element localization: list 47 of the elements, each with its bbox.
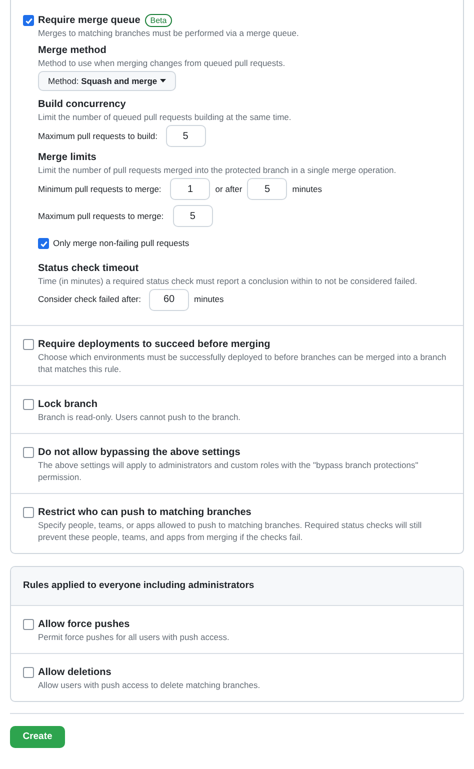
- setting-title: Allow force pushes: [38, 618, 131, 631]
- setting-description: Specify people, teams, or apps allowed to push to matching branches. Required status checks will still prevent these people, teams, and apps from merging if the checks fail.: [38, 518, 423, 543]
- caret-icon: [160, 79, 166, 83]
- setting-title: Require deployments to succeed before merging: [38, 338, 272, 351]
- field-label: minutes: [292, 182, 322, 196]
- setting-description: Limit the number of queued pull requests building at the same time.: [38, 111, 292, 123]
- setting-title: Status check timeout: [38, 262, 140, 275]
- beta-label: Beta: [145, 14, 172, 27]
- number-field[interactable]: 5: [166, 125, 206, 147]
- field-label: Only merge non-failing pull requests: [53, 237, 190, 250]
- checkbox[interactable]: [23, 446, 34, 458]
- merge-method-dropdown[interactable]: Method: Squash and merge: [38, 71, 176, 91]
- checkbox[interactable]: [23, 667, 34, 678]
- field-label: minutes: [194, 293, 224, 306]
- setting-description: Choose which environments must be successfully deployed to before branches can be merged into a branch that matches this rule.: [38, 350, 448, 375]
- field-label: Maximum pull requests to build:: [38, 130, 158, 142]
- number-field[interactable]: 5: [172, 205, 213, 227]
- field-label: Consider check failed after:: [38, 293, 141, 306]
- field-label: Minimum pull requests to merge:: [38, 182, 162, 196]
- setting-title: Lock branch: [38, 398, 98, 411]
- field-label: Maximum pull requests to merge:: [38, 210, 164, 222]
- setting-title: Allow deletions: [38, 666, 112, 679]
- checkbox[interactable]: [23, 619, 34, 630]
- setting-description: The above settings will apply to administrators and custom roles with the "bypass branch protections" permission.: [38, 458, 420, 483]
- setting-title: Require merge queue: [38, 14, 140, 27]
- panel-header: Rules applied to everyone including administrators: [11, 566, 463, 606]
- checkbox[interactable]: [23, 15, 34, 26]
- setting-description: Limit the number of pull requests merged into the protected branch in a single merge operation.: [38, 164, 398, 176]
- checkbox[interactable]: [23, 506, 34, 518]
- setting-description: Merges to matching branches must be performed via a merge queue.: [38, 27, 300, 39]
- number-field[interactable]: 1: [170, 178, 210, 200]
- setting-title: Merge method: [38, 44, 108, 57]
- setting-title: Restrict who can push to matching branches: [38, 506, 252, 519]
- checkbox[interactable]: [23, 338, 34, 350]
- setting-description: Branch is read-only. Users cannot push to the branch.: [38, 410, 241, 423]
- number-field[interactable]: 5: [247, 178, 288, 200]
- setting-description: Permit force pushes for all users with push access.: [38, 631, 230, 643]
- setting-title: Merge limits: [38, 151, 98, 164]
- setting-title: Do not allow bypassing the above settings: [38, 446, 242, 459]
- checkbox[interactable]: [23, 398, 34, 410]
- setting-description: Time (in minutes) a required status check must report a conclusion within to not be considered failed.: [38, 274, 418, 287]
- field-label: or after: [215, 182, 242, 196]
- checkbox[interactable]: [38, 238, 49, 250]
- setting-description: Method to use when merging changes from queued pull requests.: [38, 57, 286, 69]
- number-field[interactable]: 60: [149, 288, 189, 311]
- setting-title: Build concurrency: [38, 98, 127, 111]
- setting-description: Allow users with push access to delete matching branches.: [38, 679, 260, 691]
